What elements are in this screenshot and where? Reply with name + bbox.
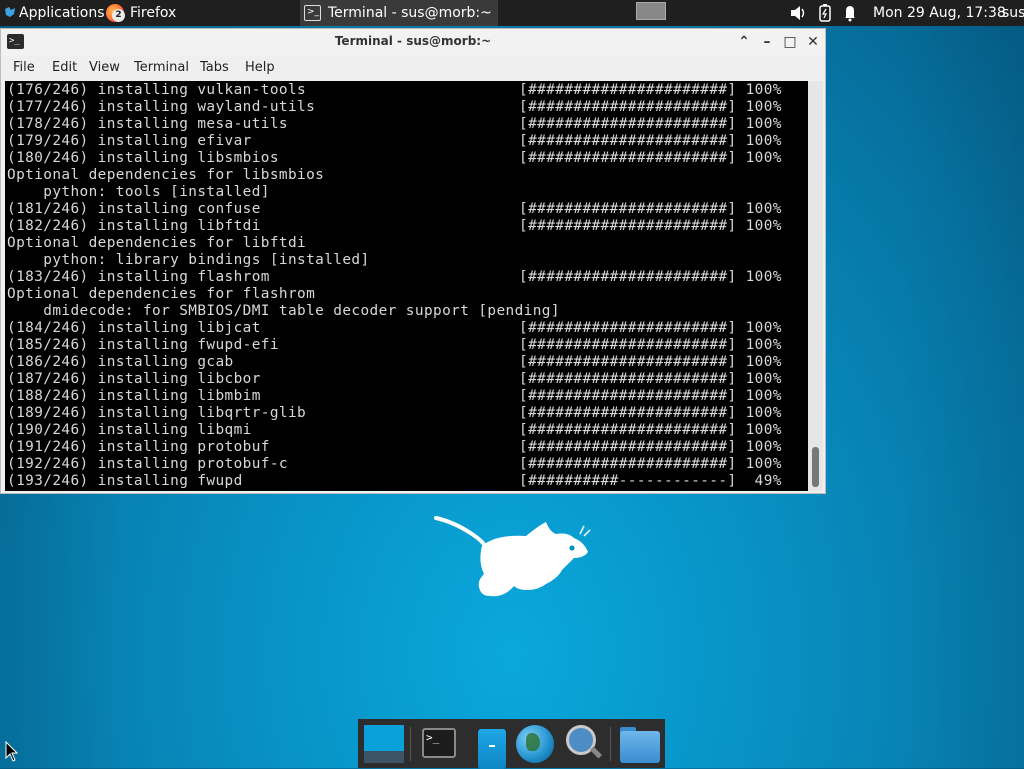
menu-file[interactable]: File	[13, 60, 35, 75]
taskbar-firefox[interactable]: 2 Firefox	[102, 0, 298, 26]
terminal-output[interactable]: (176/246) installing vulkan-tools [#####…	[5, 81, 808, 491]
progress-bar-text: [######################] 100%	[519, 133, 782, 149]
maximize-button[interactable]: □	[780, 32, 800, 52]
window-titlebar[interactable]: >_ Terminal - sus@morb:~ ⌃ – □ ✕	[1, 29, 825, 56]
dock-separator	[610, 727, 611, 761]
window-title: Terminal - sus@morb:~	[334, 34, 492, 48]
dock-home-folder[interactable]	[618, 723, 660, 765]
desktop-icon	[364, 725, 404, 751]
menu-terminal[interactable]: Terminal	[134, 60, 189, 75]
terminal-line: (178/246) installing mesa-utils	[7, 116, 288, 132]
bell-icon[interactable]	[843, 0, 857, 26]
file-manager-icon	[468, 727, 510, 769]
terminal-line: (177/246) installing wayland-utils	[7, 99, 316, 115]
xfce-mouse-logo	[434, 516, 591, 597]
battery-icon[interactable]	[818, 0, 832, 26]
dock-terminal-launcher[interactable]: >_	[418, 723, 460, 765]
terminal-line: python: tools [installed]	[7, 184, 270, 200]
terminal-line: (183/246) installing flashrom	[7, 269, 270, 285]
menu-view[interactable]: View	[89, 60, 120, 75]
terminal-line: (176/246) installing vulkan-tools	[7, 82, 307, 98]
terminal-icon: >_	[304, 5, 321, 21]
terminal-line: (184/246) installing libjcat	[7, 320, 261, 336]
progress-bar-text: [######################] 100%	[519, 405, 782, 421]
progress-bar-text: [######################] 100%	[519, 269, 782, 285]
terminal-line: Optional dependencies for libftdi	[7, 235, 307, 251]
dock-browser-launcher[interactable]	[514, 723, 556, 765]
terminal-line: (182/246) installing libftdi	[7, 218, 261, 234]
mouse-cursor-icon	[5, 741, 19, 762]
dock-search-launcher[interactable]	[562, 723, 604, 765]
terminal-line: (191/246) installing protobuf	[7, 439, 270, 455]
terminal-line: (186/246) installing gcab	[7, 354, 234, 370]
terminal-line: (193/246) installing fwupd	[7, 473, 243, 489]
progress-bar-text: [######################] 100%	[519, 116, 782, 132]
progress-bar-text: [######################] 100%	[519, 439, 782, 455]
progress-bar-text: [######################] 100%	[519, 150, 782, 166]
terminal-line: (189/246) installing libqrtr-glib	[7, 405, 307, 421]
progress-bar-text: [######################] 100%	[519, 320, 782, 336]
volume-icon[interactable]	[789, 0, 807, 26]
progress-bar-text: [######################] 100%	[519, 82, 782, 98]
progress-bar-text: [######################] 100%	[519, 371, 782, 387]
progress-bar-text: [######################] 100%	[519, 354, 782, 370]
taskbar-terminal[interactable]: >_ Terminal - sus@morb:~	[300, 0, 498, 26]
terminal-window: >_ Terminal - sus@morb:~ ⌃ – □ ✕ File Ed…	[0, 28, 826, 494]
dock-separator	[410, 727, 411, 761]
terminal-line: (180/246) installing libsmbios	[7, 150, 279, 166]
terminal-scrollbar[interactable]	[808, 81, 823, 491]
user-menu[interactable]: sus	[1002, 0, 1024, 26]
show-desktop-button[interactable]	[362, 723, 404, 765]
progress-bar-text: [######################] 100%	[519, 422, 782, 438]
top-panel: Applications 2 Firefox >_ Terminal - sus…	[0, 0, 1024, 26]
minimize-button[interactable]: –	[757, 32, 777, 52]
progress-bar-text: [######################] 100%	[519, 99, 782, 115]
terminal-line: (179/246) installing efivar	[7, 133, 252, 149]
progress-bar-text: [######################] 100%	[519, 337, 782, 353]
terminal-line: Optional dependencies for libsmbios	[7, 167, 325, 183]
window-count-badge: 2	[112, 9, 125, 22]
progress-bar-text: [######################] 100%	[519, 201, 782, 217]
folder-icon	[620, 731, 660, 763]
taskbar-firefox-label: Firefox	[130, 5, 177, 21]
taskbar-terminal-label: Terminal - sus@morb:~	[328, 5, 492, 21]
dock: >_	[358, 719, 665, 769]
terminal-line: dmidecode: for SMBIOS/DMI table decoder …	[7, 303, 560, 319]
menu-edit[interactable]: Edit	[52, 60, 77, 75]
menu-tabs[interactable]: Tabs	[200, 60, 229, 75]
progress-bar-text: [######################] 100%	[519, 218, 782, 234]
terminal-line: Optional dependencies for flashrom	[7, 286, 316, 302]
close-button[interactable]: ✕	[803, 32, 823, 52]
menu-help[interactable]: Help	[245, 60, 275, 75]
terminal-line: (187/246) installing libcbor	[7, 371, 261, 387]
progress-bar-text: [##########------------] 49%	[519, 473, 782, 489]
progress-bar-text: [######################] 100%	[519, 456, 782, 472]
terminal-line: (181/246) installing confuse	[7, 201, 261, 217]
terminal-line: (190/246) installing libqmi	[7, 422, 252, 438]
scrollbar-thumb[interactable]	[812, 447, 819, 487]
progress-bar-text: [######################] 100%	[519, 388, 782, 404]
terminal-line: python: library bindings [installed]	[7, 252, 370, 268]
workspace-switcher[interactable]	[636, 2, 666, 20]
terminal-line: (192/246) installing protobuf-c	[7, 456, 288, 472]
menu-bar: File Edit View Terminal Tabs Help	[1, 56, 825, 80]
terminal-icon: >_	[422, 728, 456, 758]
xfce-mouse-icon	[5, 7, 15, 17]
dock-files-launcher[interactable]	[468, 723, 510, 769]
terminal-line: (188/246) installing libmbim	[7, 388, 261, 404]
chevron-up-icon[interactable]: ⌃	[734, 32, 754, 52]
applications-label: Applications	[19, 5, 105, 21]
terminal-line: (185/246) installing fwupd-efi	[7, 337, 279, 353]
applications-menu-button[interactable]: Applications	[0, 0, 105, 26]
clock[interactable]: Mon 29 Aug, 17:38	[873, 0, 1006, 26]
